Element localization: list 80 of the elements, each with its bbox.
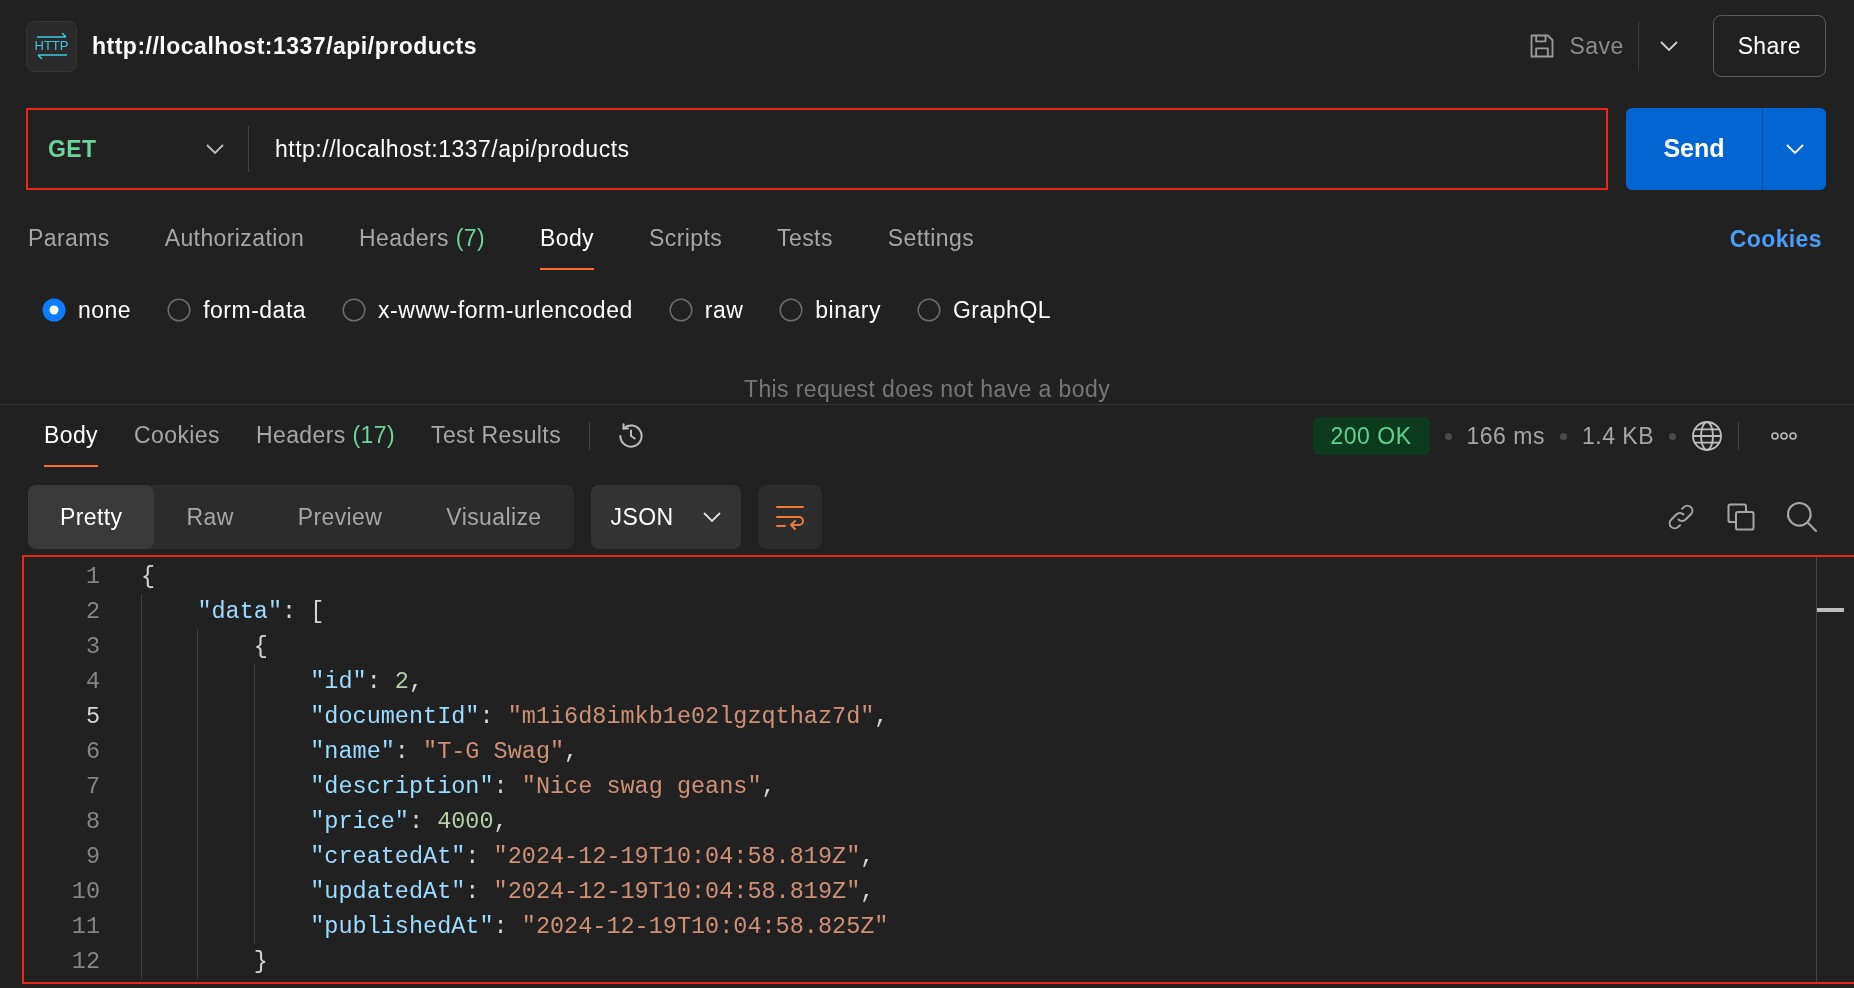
line-number: 11 <box>70 912 100 942</box>
line-number: 7 <box>84 772 100 802</box>
tab[interactable]: Body <box>539 208 594 270</box>
globe-icon <box>1691 420 1723 452</box>
radio-icon[interactable] <box>342 298 367 322</box>
code-line: { <box>141 562 156 592</box>
line-number: 2 <box>84 597 100 627</box>
tab[interactable]: Cookies <box>134 405 220 467</box>
radio-option[interactable]: binary <box>779 292 881 328</box>
code-line: "data": [ <box>197 597 325 627</box>
radio-icon[interactable] <box>916 298 941 322</box>
line-number: 5 <box>84 702 100 732</box>
code-line: "createdAt": "2024-12-19T10:04:58.819Z", <box>310 842 875 872</box>
code-line: "name": "T-G Swag", <box>310 737 579 767</box>
line-number: 6 <box>84 737 100 767</box>
code-line: "id": 2, <box>310 667 424 697</box>
search-button[interactable] <box>1786 501 1818 533</box>
code-line: "documentId": "m1i6d8imkb1e02lgzqthaz7d", <box>310 702 889 732</box>
code-line: } <box>253 947 268 977</box>
chevron-down-icon <box>206 144 224 154</box>
format-dropdown[interactable]: JSON <box>590 485 741 549</box>
network-button[interactable] <box>1691 420 1723 452</box>
scroll-position-marker <box>1817 608 1844 612</box>
tab[interactable]: Settings <box>887 208 975 270</box>
cookies-link[interactable]: Cookies <box>1729 208 1822 270</box>
link-button[interactable] <box>1666 502 1696 532</box>
code-line: "publishedAt": "2024-12-19T10:04:58.825Z" <box>310 912 889 942</box>
tab[interactable]: Scripts <box>649 208 723 270</box>
request-type-icon: HTTP <box>26 20 77 72</box>
method-dropdown[interactable]: GET <box>28 110 248 188</box>
request-title: http://localhost:1337/api/products <box>92 31 478 61</box>
tab[interactable]: Tests <box>777 208 833 270</box>
status-badge: 200 OK <box>1312 417 1430 455</box>
radio-icon[interactable] <box>167 298 192 322</box>
view-mode-tab[interactable]: Pretty <box>28 485 155 549</box>
view-mode-tab[interactable]: Visualize <box>414 485 574 549</box>
view-mode-tab[interactable]: Preview <box>265 485 415 549</box>
tab[interactable]: Body <box>44 405 99 467</box>
radio-option[interactable]: form-data <box>167 292 307 328</box>
radio-option[interactable]: raw <box>668 292 744 328</box>
line-number: 8 <box>84 807 100 837</box>
link-icon <box>1666 502 1696 532</box>
radio-icon[interactable] <box>668 298 693 322</box>
line-number: 10 <box>70 877 100 907</box>
more-icon <box>1771 432 1797 440</box>
radio-option[interactable]: none <box>42 292 132 328</box>
radio-icon[interactable] <box>779 298 804 322</box>
wrap-lines-button[interactable] <box>757 485 822 549</box>
send-button[interactable]: Send <box>1626 108 1762 190</box>
copy-icon <box>1726 502 1756 532</box>
chevron-down-icon <box>702 512 721 522</box>
response-size: 1.4 KB <box>1581 421 1654 451</box>
radio-option[interactable]: GraphQL <box>916 292 1052 328</box>
tab[interactable]: Headers (17) <box>255 405 395 467</box>
url-bar[interactable]: GET http://localhost:1337/api/products <box>26 108 1608 190</box>
copy-button[interactable] <box>1726 502 1756 532</box>
chevron-down-icon <box>1659 41 1678 51</box>
tab[interactable]: Params <box>28 208 110 270</box>
share-button[interactable]: Share <box>1712 15 1826 77</box>
line-number: 12 <box>70 947 100 977</box>
chevron-down-icon <box>1785 144 1804 154</box>
search-icon <box>1786 501 1818 533</box>
line-number: 3 <box>84 632 100 662</box>
code-line: "updatedAt": "2024-12-19T10:04:58.819Z", <box>310 877 875 907</box>
tab[interactable]: Authorization <box>164 208 305 270</box>
view-mode-tab[interactable]: Raw <box>154 485 266 549</box>
save-button[interactable]: Save <box>1527 28 1624 64</box>
radio-option[interactable]: x-www-form-urlencoded <box>342 292 633 328</box>
line-number: 4 <box>84 667 100 697</box>
code-line: "price": 4000, <box>310 807 508 837</box>
empty-body-message: This request does not have a body <box>743 375 1111 404</box>
code-line: "description": "Nice swag geans", <box>310 772 776 802</box>
tab[interactable]: Headers (7) <box>359 208 485 270</box>
line-number: 1 <box>84 562 100 592</box>
line-number: 9 <box>84 842 100 872</box>
response-time: 166 ms <box>1466 421 1545 451</box>
code-line: { <box>253 632 268 662</box>
more-button[interactable] <box>1771 432 1797 440</box>
radio-icon[interactable] <box>42 298 66 322</box>
tab[interactable]: Test Results <box>431 405 562 467</box>
